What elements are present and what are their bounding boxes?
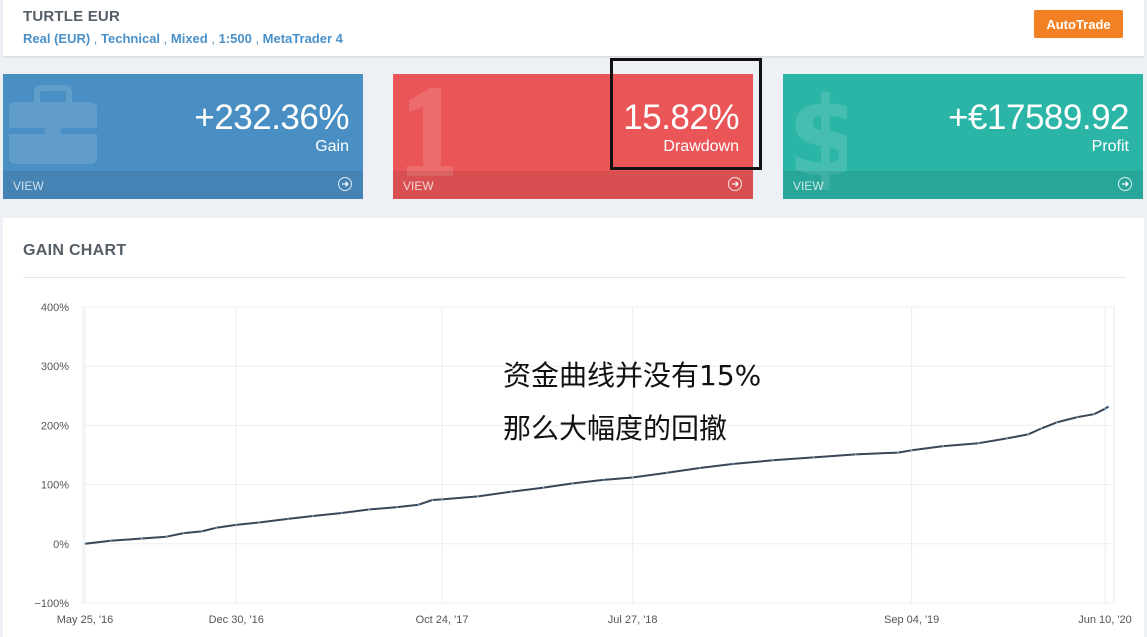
data-point [200,530,203,533]
data-point [417,503,420,506]
data-point [666,471,668,474]
leverage-link[interactable]: 1:500 [219,31,252,46]
data-point [258,521,260,524]
data-point [772,459,774,462]
drawdown-value: 15.82% [623,98,739,137]
gain-card: +232.36% Gain VIEW [3,74,363,199]
data-point [1027,433,1030,436]
data-point [510,490,512,493]
system-link[interactable]: Technical [101,31,160,46]
profit-view-link[interactable]: VIEW [783,171,1143,199]
x-tick-label: Jul 27, '18 [608,614,658,626]
account-type-link[interactable]: Real (EUR) [23,31,90,46]
data-point [215,527,218,529]
arrow-right-circle-icon [338,177,352,191]
y-tick-label: 0% [53,539,69,551]
data-point [542,486,545,489]
x-tick-label: Oct 24, '17 [416,614,469,626]
annotation-line-1: 资金曲线并没有15% [503,359,762,392]
data-point [140,537,143,540]
y-tick-label: 400% [41,302,69,314]
data-point [235,524,238,526]
drawdown-view-link[interactable]: VIEW [393,171,753,199]
platform-link[interactable]: MetaTrader 4 [263,31,343,46]
view-label: VIEW [793,179,824,193]
profit-label: Profit [1091,138,1129,155]
x-tick-label: Sep 04, '19 [884,614,939,626]
view-label: VIEW [13,179,44,193]
data-point [1107,405,1110,408]
x-tick-label: Jun 10, '20 [1078,614,1131,626]
gain-view-link[interactable]: VIEW [3,171,363,199]
data-point [1076,416,1079,418]
annotation-line-2: 那么大幅度的回撤 [503,412,728,445]
data-point [897,451,899,454]
data-point [1040,427,1043,430]
trading-link[interactable]: Mixed [171,31,208,46]
autotrade-button[interactable]: AutoTrade [1034,10,1123,38]
meta-separator: , [207,31,219,46]
y-tick-label: 200% [41,420,69,432]
meta-separator: , [90,31,102,46]
data-point [977,442,980,444]
arrow-right-circle-icon [728,177,742,191]
data-point [732,463,735,465]
gain-chart-panel: GAIN CHART 400% 300% 200% 100% 0% −100% May 25… [3,218,1144,637]
data-point [396,506,398,508]
data-point [812,456,815,459]
arrow-right-circle-icon [1118,177,1132,191]
profit-card: $ +€17589.92 Profit VIEW [783,74,1143,199]
data-point [1006,437,1008,440]
data-point [1055,421,1058,424]
data-point [698,467,701,469]
account-meta: Real (EUR) , Technical , Mixed , 1:500 ,… [23,31,343,46]
x-tick-label: Dec 30, '16 [209,614,264,626]
data-point [1104,408,1106,410]
profit-value: +€17589.92 [948,98,1129,137]
data-point [910,449,913,452]
data-point [287,518,289,520]
data-point [312,515,314,517]
account-title: TURTLE EUR [23,8,120,25]
data-point [341,512,343,514]
data-point [84,543,86,545]
data-point [477,495,479,498]
data-point [942,445,945,447]
data-point [109,540,112,542]
data-point [571,482,574,485]
data-point [431,499,434,501]
y-tick-label: 300% [41,361,69,373]
meta-separator: , [251,31,263,46]
y-tick-label: −100% [34,598,69,610]
gain-value: +232.36% [194,98,349,137]
number-one-icon [397,80,457,185]
data-point [631,476,634,479]
y-tick-label: 100% [41,480,69,492]
meta-separator: , [160,31,171,46]
data-point [1093,413,1095,415]
data-point [182,532,185,534]
account-header: TURTLE EUR Real (EUR) , Technical , Mixe… [3,0,1144,57]
data-point [368,508,370,511]
data-point [165,535,168,538]
briefcase-icon [7,80,99,177]
gain-label: Gain [315,138,349,155]
data-point [441,498,443,501]
x-tick-label: May 25, '16 [57,614,114,626]
plot-area [82,306,1115,604]
drawdown-label: Drawdown [663,138,739,155]
view-label: VIEW [403,179,434,193]
data-point [854,453,857,456]
data-point [602,479,605,481]
drawdown-card: 15.82% Drawdown VIEW [393,74,753,199]
